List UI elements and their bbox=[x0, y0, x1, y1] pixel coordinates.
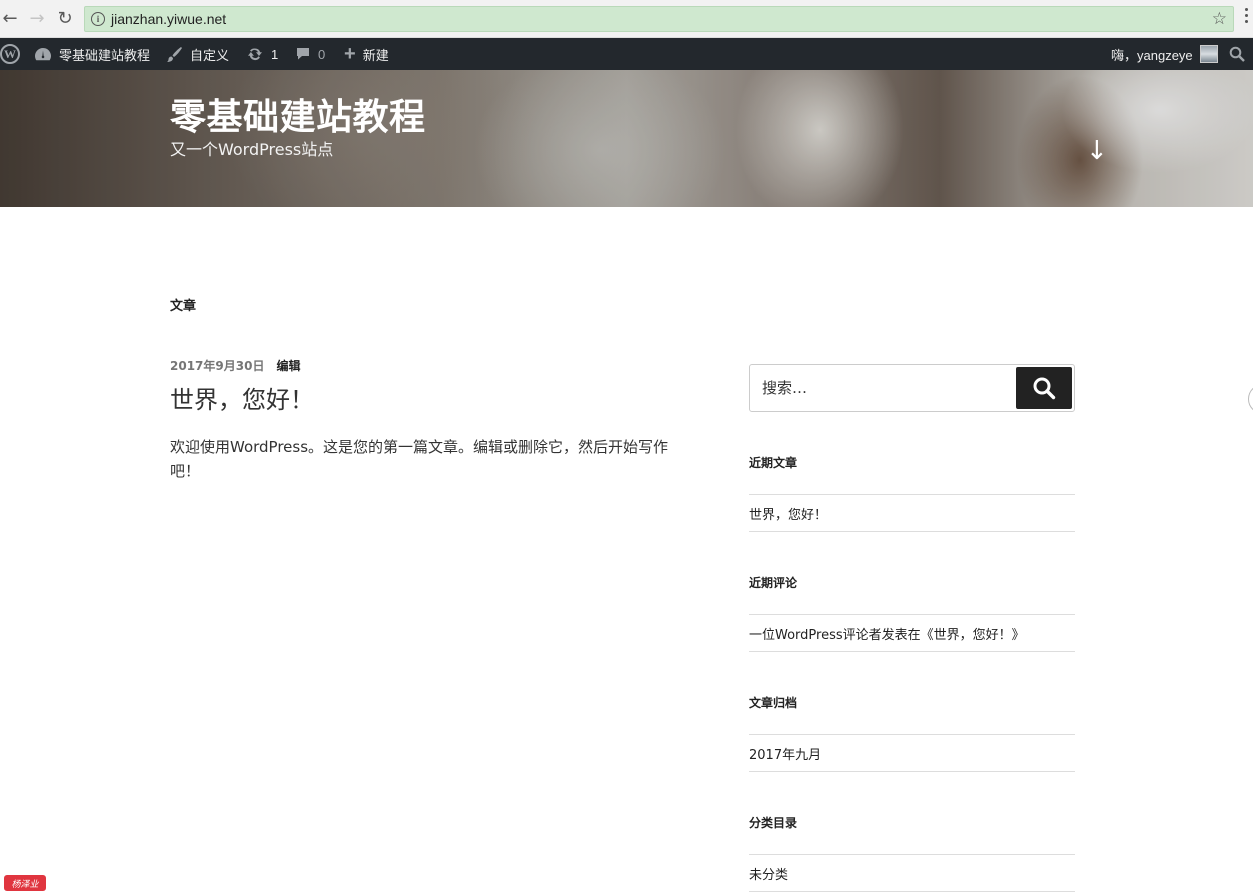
reload-icon[interactable]: ↻ bbox=[55, 9, 75, 29]
category-link[interactable]: 未分类 bbox=[749, 854, 1075, 892]
admin-comments[interactable]: 0 bbox=[295, 38, 325, 70]
comments-count: 0 bbox=[318, 46, 326, 62]
browser-menu-icon[interactable] bbox=[1243, 8, 1249, 23]
post-date-link[interactable]: 2017年9月30日 bbox=[170, 357, 264, 374]
categories-title: 分类目录 bbox=[749, 816, 798, 830]
site-header: 零基础建站教程 又一个WordPress站点 ↓ bbox=[0, 70, 1253, 207]
archive-link[interactable]: 2017年九月 bbox=[749, 734, 1075, 772]
page-title: 文章 bbox=[170, 299, 197, 314]
search-icon bbox=[1229, 46, 1245, 62]
recent-posts-title: 近期文章 bbox=[749, 456, 798, 470]
post-edit-link[interactable]: 编辑 bbox=[276, 357, 300, 374]
admin-updates[interactable]: 1 bbox=[246, 38, 278, 70]
post-meta: 2017年9月30日 编辑 bbox=[170, 357, 300, 374]
wordpress-logo-icon[interactable]: W bbox=[0, 38, 20, 70]
site-info-icon[interactable]: i bbox=[91, 12, 105, 26]
site-title[interactable]: 零基础建站教程 bbox=[170, 88, 426, 140]
search-input[interactable] bbox=[750, 365, 1016, 411]
updates-icon bbox=[246, 46, 264, 62]
post-title-link[interactable]: 世界，您好！ bbox=[170, 380, 314, 415]
url-text[interactable]: jianzhan.yiwue.net bbox=[111, 11, 226, 27]
wp-admin-bar: W 零基础建站教程 自定义 1 0 + 新建 嗨，yangzeye bbox=[0, 38, 1253, 70]
dashboard-icon bbox=[34, 46, 52, 62]
admin-customize-label: 自定义 bbox=[190, 47, 230, 63]
recent-comment-link[interactable]: 一位WordPress评论者发表在《世界，您好！》 bbox=[749, 614, 1075, 652]
post-excerpt: 欢迎使用WordPress。这是您的第一篇文章。编辑或删除它，然后开始写作吧！ bbox=[170, 438, 669, 480]
admin-new[interactable]: + 新建 bbox=[344, 38, 389, 70]
edge-circle-decoration bbox=[1248, 384, 1253, 414]
site-description: 又一个WordPress站点 bbox=[170, 140, 334, 159]
back-icon[interactable]: ← bbox=[0, 9, 20, 29]
greeting-label: 嗨，yangzeye bbox=[1111, 47, 1193, 63]
forward-icon[interactable]: → bbox=[27, 9, 47, 29]
admin-site-name[interactable]: 零基础建站教程 bbox=[34, 38, 150, 70]
arrow-down-icon[interactable]: ↓ bbox=[1086, 136, 1108, 166]
search-form bbox=[749, 364, 1075, 412]
admin-account[interactable]: 嗨，yangzeye bbox=[1111, 38, 1218, 70]
brush-icon bbox=[166, 46, 183, 63]
browser-toolbar: ← → ↻ i jianzhan.yiwue.net ☆ bbox=[0, 0, 1253, 38]
plus-icon: + bbox=[344, 43, 356, 65]
bookmark-star-icon[interactable]: ☆ bbox=[1212, 9, 1227, 29]
avatar bbox=[1199, 45, 1218, 63]
admin-site-name-label: 零基础建站教程 bbox=[59, 47, 151, 63]
comment-bubble-icon bbox=[295, 46, 311, 62]
search-button[interactable] bbox=[1016, 367, 1072, 409]
updates-count: 1 bbox=[271, 46, 279, 62]
admin-new-label: 新建 bbox=[362, 47, 389, 63]
archives-title: 文章归档 bbox=[749, 696, 798, 710]
recent-comments-title: 近期评论 bbox=[749, 576, 798, 590]
recent-post-link[interactable]: 世界，您好！ bbox=[749, 494, 1075, 532]
search-icon bbox=[1033, 377, 1056, 400]
admin-search[interactable] bbox=[1229, 38, 1245, 70]
watermark-stamp: 杨泽业 bbox=[4, 875, 46, 891]
admin-customize[interactable]: 自定义 bbox=[166, 38, 229, 70]
address-bar[interactable]: i jianzhan.yiwue.net ☆ bbox=[84, 6, 1234, 32]
